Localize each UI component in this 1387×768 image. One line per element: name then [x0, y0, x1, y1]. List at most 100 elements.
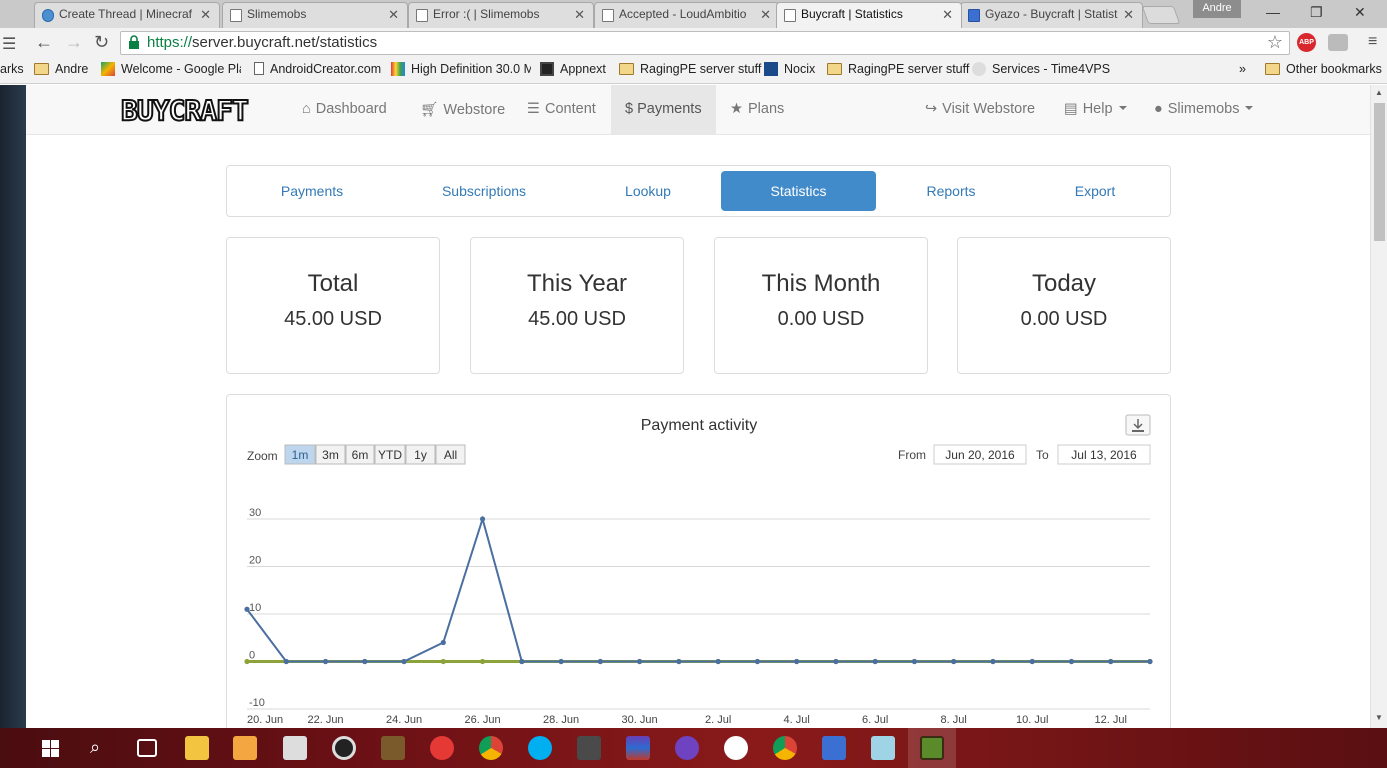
- from-date-input[interactable]: Jun 20, 2016: [933, 444, 1027, 465]
- search-icon[interactable]: ⌕: [90, 737, 100, 758]
- nav-payments[interactable]: $ Payments: [611, 85, 716, 135]
- chart-export-button[interactable]: [1125, 414, 1151, 436]
- back-arrow-icon[interactable]: ←: [35, 32, 53, 53]
- data-point[interactable]: [676, 658, 682, 665]
- subnav-statistics[interactable]: Statistics: [721, 171, 876, 211]
- data-point[interactable]: [833, 658, 839, 665]
- close-icon[interactable]: ✕: [200, 7, 211, 23]
- browser-tab-accepted[interactable]: Accepted - LoudAmbitio ✕: [594, 2, 780, 28]
- data-point[interactable]: [637, 658, 643, 665]
- reload-icon[interactable]: ↻: [94, 32, 109, 53]
- notepad-icon[interactable]: [871, 736, 895, 760]
- browser-tab-create-thread[interactable]: Create Thread | Minecraf ✕: [34, 2, 220, 28]
- forward-arrow-icon[interactable]: →: [65, 32, 83, 53]
- data-point[interactable]: [911, 658, 918, 665]
- profile-name[interactable]: Andre: [1193, 0, 1241, 18]
- subnav-subscriptions[interactable]: Subscriptions: [419, 171, 549, 211]
- data-point[interactable]: [794, 658, 800, 665]
- browser-tab-slimemobs[interactable]: Slimemobs ✕: [222, 2, 408, 28]
- task-view-icon[interactable]: [137, 739, 157, 757]
- data-point[interactable]: [754, 658, 760, 665]
- hamburger-menu-icon[interactable]: ☰: [2, 34, 16, 54]
- minimize-icon[interactable]: —: [1266, 4, 1280, 20]
- subnav-payments[interactable]: Payments: [247, 171, 377, 211]
- bookmark-folder-ragingpe[interactable]: RagingPE server stuff: [619, 62, 761, 76]
- subnav-export[interactable]: Export: [1030, 171, 1160, 211]
- close-window-icon[interactable]: ✕: [1354, 4, 1366, 21]
- close-icon[interactable]: ✕: [1123, 7, 1134, 23]
- record-icon[interactable]: [332, 736, 356, 760]
- maximize-icon[interactable]: ❐: [1310, 4, 1323, 21]
- data-point[interactable]: [479, 658, 486, 665]
- data-point[interactable]: [872, 658, 878, 665]
- data-point[interactable]: [990, 658, 996, 665]
- data-point[interactable]: [715, 658, 721, 665]
- github-icon[interactable]: [675, 736, 699, 760]
- nav-webstore[interactable]: 🛒︎ Webstore: [420, 85, 505, 135]
- browser-tab-buycraft-statistics[interactable]: Buycraft | Statistics ✕: [776, 2, 962, 28]
- nav-plans[interactable]: ★ Plans: [730, 85, 784, 135]
- subnav-reports[interactable]: Reports: [886, 171, 1016, 211]
- start-icon[interactable]: [42, 740, 59, 757]
- chrome-icon[interactable]: [479, 736, 503, 760]
- zoom-button-1y[interactable]: 1y: [405, 444, 436, 465]
- data-point[interactable]: [322, 658, 329, 665]
- data-point[interactable]: [362, 658, 368, 665]
- browser-tab-error[interactable]: Error :( | Slimemobs ✕: [408, 2, 594, 28]
- nav-help[interactable]: ▤ Help: [1064, 85, 1127, 135]
- data-point[interactable]: [440, 639, 446, 646]
- nav-content[interactable]: ☰ Content: [527, 85, 596, 135]
- bookmark-google-play[interactable]: Welcome - Google Pla: [101, 62, 241, 76]
- data-point[interactable]: [244, 658, 250, 665]
- close-icon[interactable]: ✕: [574, 7, 585, 23]
- bookmark-high-definition[interactable]: High Definition 30.0 M: [391, 62, 531, 76]
- data-point[interactable]: [1108, 658, 1114, 665]
- minecraft-icon[interactable]: [381, 736, 405, 760]
- data-point[interactable]: [597, 658, 603, 665]
- data-point[interactable]: [244, 606, 250, 612]
- close-icon[interactable]: ✕: [760, 7, 771, 23]
- scroll-down-arrow-icon[interactable]: ▼: [1375, 713, 1383, 722]
- network-icon[interactable]: [822, 736, 846, 760]
- data-point[interactable]: [1147, 658, 1153, 665]
- chrome-icon[interactable]: [773, 736, 797, 760]
- bookmark-appnext[interactable]: Appnext: [540, 62, 606, 76]
- extension-icon[interactable]: [1328, 34, 1348, 51]
- chrome-menu-icon[interactable]: ≡: [1368, 33, 1377, 51]
- close-icon[interactable]: ✕: [388, 7, 399, 23]
- address-bar[interactable]: https://server.buycraft.net/statistics ☆: [120, 31, 1290, 55]
- scrollbar-thumb[interactable]: [1374, 103, 1385, 241]
- zoom-button-all[interactable]: All: [435, 444, 466, 465]
- data-point[interactable]: [440, 658, 446, 665]
- zoom-button-6m[interactable]: 6m: [345, 444, 375, 465]
- data-point[interactable]: [519, 658, 525, 665]
- browser-tab-gyazo[interactable]: Gyazo - Buycraft | Statist ✕: [960, 2, 1143, 28]
- skype-icon[interactable]: [528, 736, 552, 760]
- app-icon[interactable]: [577, 736, 601, 760]
- slack-icon[interactable]: [724, 736, 748, 760]
- data-point[interactable]: [558, 658, 564, 665]
- adblock-plus-icon[interactable]: ABP: [1297, 33, 1316, 52]
- data-point[interactable]: [1029, 658, 1035, 665]
- other-bookmarks-folder[interactable]: Other bookmarks: [1265, 62, 1382, 76]
- nav-user-menu[interactable]: ● Slimemobs: [1154, 85, 1254, 135]
- screenshot-icon[interactable]: [430, 736, 454, 760]
- bookmark-folder-andre[interactable]: Andre: [34, 62, 88, 76]
- media-player-icon[interactable]: [233, 736, 257, 760]
- page-scrollbar[interactable]: ▲ ▼: [1370, 85, 1387, 728]
- data-point[interactable]: [401, 658, 407, 665]
- bookmark-nocix[interactable]: Nocix: [764, 62, 815, 76]
- zoom-button-1m[interactable]: 1m: [284, 444, 316, 465]
- buycraft-logo[interactable]: BUYCRAFT: [120, 93, 266, 128]
- zoom-button-3m[interactable]: 3m: [315, 444, 346, 465]
- subnav-lookup[interactable]: Lookup: [583, 171, 713, 211]
- bookmarks-overflow-chevron[interactable]: »: [1239, 62, 1246, 76]
- bookmark-star-icon[interactable]: ☆: [1267, 32, 1283, 53]
- to-date-input[interactable]: Jul 13, 2016: [1057, 444, 1151, 465]
- bookmark-time4vps[interactable]: Services - Time4VPS: [972, 62, 1110, 76]
- zoom-button-ytd[interactable]: YTD: [374, 444, 406, 465]
- bookmark-androidcreator[interactable]: AndroidCreator.com: [254, 62, 381, 76]
- bookmark-folder-ragingpe-2[interactable]: RagingPE server stuff: [827, 62, 969, 76]
- data-point[interactable]: [479, 516, 486, 522]
- file-explorer-icon[interactable]: [185, 736, 209, 760]
